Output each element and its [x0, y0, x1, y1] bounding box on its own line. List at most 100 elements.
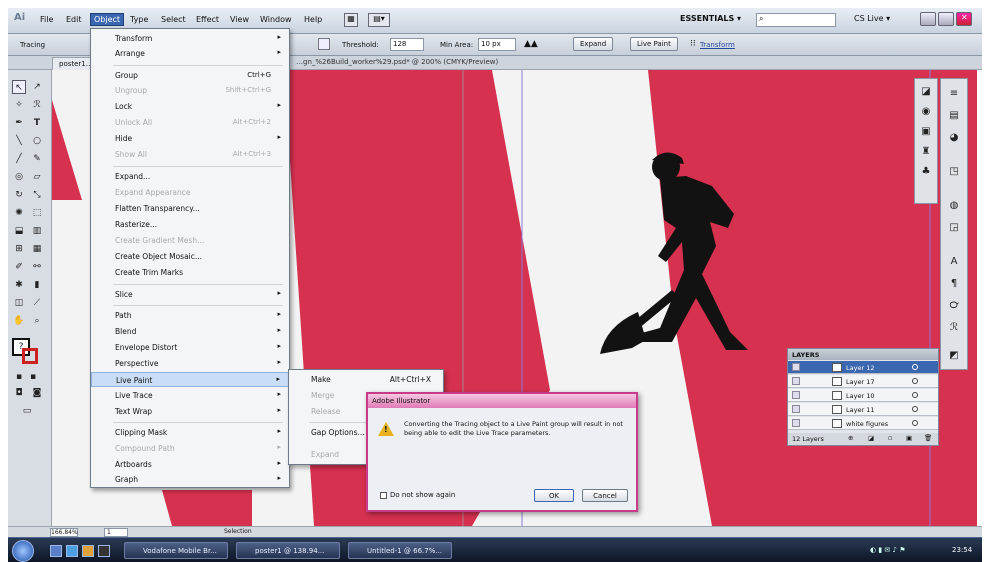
- paintbrush-tool-icon[interactable]: ╱: [12, 152, 26, 166]
- tracing-options-icon[interactable]: [318, 38, 330, 50]
- gradient-tool-icon[interactable]: ▦: [30, 242, 44, 256]
- draw-behind-icon[interactable]: ◙: [30, 386, 44, 400]
- locate-object-icon[interactable]: ⊕: [848, 434, 853, 442]
- menu-item-flatten-transparency[interactable]: Flatten Transparency...: [91, 201, 289, 216]
- blend-tool-icon[interactable]: ⚯: [30, 260, 44, 274]
- maximize-button[interactable]: [938, 12, 954, 26]
- menu-item-expand-appearance[interactable]: Expand Appearance: [91, 185, 289, 200]
- menu-window[interactable]: Window: [260, 15, 292, 24]
- media-player-icon[interactable]: [98, 545, 110, 557]
- menu-item-live-trace[interactable]: Live Trace ▸: [91, 388, 289, 403]
- menu-item-artboards[interactable]: Artboards ▸: [91, 457, 289, 472]
- column-graph-tool-icon[interactable]: ▮: [30, 278, 44, 292]
- menu-item-create-gradient-mesh[interactable]: Create Gradient Mesh...: [91, 233, 289, 248]
- paragraph-panel-icon[interactable]: ¶: [947, 277, 961, 291]
- gradient-panel-icon[interactable]: ▤: [947, 109, 961, 123]
- mesh-tool-icon[interactable]: ⊞: [12, 242, 26, 256]
- menu-item-compound-path[interactable]: Compound Path ▸: [91, 441, 289, 456]
- target-icon[interactable]: [912, 406, 918, 412]
- menu-item-group[interactable]: Group Ctrl+G: [91, 68, 289, 83]
- menu-view[interactable]: View: [230, 15, 249, 24]
- taskbar-item-untitled[interactable]: Untitled-1 @ 66.7%...: [348, 542, 452, 559]
- menu-item-lock[interactable]: Lock ▸: [91, 99, 289, 114]
- layer-row[interactable]: Layer 12: [788, 361, 938, 374]
- menu-item-slice[interactable]: Slice ▸: [91, 287, 289, 302]
- workspace-switcher[interactable]: ESSENTIALS ▾: [680, 14, 741, 23]
- menu-item-arrange[interactable]: Arrange ▸: [91, 46, 289, 61]
- layer-row[interactable]: white figures: [788, 417, 938, 430]
- taskbar-item-poster[interactable]: poster1 @ 138.94...: [236, 542, 340, 559]
- menu-item-live-paint[interactable]: Live Paint ▸: [91, 372, 289, 387]
- cancel-button[interactable]: Cancel: [582, 489, 628, 502]
- do-not-show-checkbox[interactable]: Do not show again: [380, 491, 455, 499]
- menu-item-transform[interactable]: Transform ▸: [91, 31, 289, 46]
- symbol-sprayer-tool-icon[interactable]: ✱: [12, 278, 26, 292]
- graphic-styles-icon[interactable]: ♣: [919, 165, 933, 179]
- ie-icon[interactable]: [66, 545, 78, 557]
- menu-item-hide[interactable]: Hide ▸: [91, 131, 289, 146]
- live-paint-button[interactable]: Live Paint: [630, 37, 678, 51]
- threshold-field[interactable]: 128: [390, 38, 424, 51]
- visibility-icon[interactable]: [792, 363, 800, 371]
- close-button[interactable]: ✕: [956, 12, 972, 26]
- ok-button[interactable]: OK: [534, 489, 574, 502]
- clipping-mask-icon[interactable]: ◪: [868, 434, 874, 442]
- line-tool-icon[interactable]: ╲: [12, 134, 26, 148]
- stroke-panel-icon[interactable]: ≡: [947, 87, 961, 101]
- visibility-icon[interactable]: [792, 377, 800, 385]
- preview-raster-icon[interactable]: ▲▲: [524, 39, 538, 49]
- draw-normal-icon[interactable]: ◘: [12, 386, 26, 400]
- transparency-panel-icon[interactable]: ◕: [947, 131, 961, 145]
- opentype-panel-icon[interactable]: ℺: [947, 299, 961, 313]
- menu-item-create-object-mosaic[interactable]: Create Object Mosaic...: [91, 249, 289, 264]
- minimize-button[interactable]: [920, 12, 936, 26]
- new-sublayer-icon[interactable]: ▫: [888, 434, 892, 442]
- slice-tool-icon[interactable]: ⟋: [30, 296, 44, 310]
- rotate-tool-icon[interactable]: ↻: [12, 188, 26, 202]
- eraser-tool-icon[interactable]: ▱: [30, 170, 44, 184]
- help-search-input[interactable]: ⌕: [756, 13, 836, 27]
- zoom-tool-icon[interactable]: ⌕: [30, 314, 44, 328]
- menu-item-ungroup[interactable]: Ungroup Shift+Ctrl+G: [91, 83, 289, 98]
- start-button[interactable]: [12, 540, 34, 562]
- selection-tool-icon[interactable]: ↖: [12, 80, 26, 94]
- color-mode-icon[interactable]: ▪: [12, 370, 26, 384]
- target-icon[interactable]: [912, 364, 918, 370]
- menu-item-blend[interactable]: Blend ▸: [91, 324, 289, 339]
- expand-button[interactable]: Expand: [573, 37, 614, 51]
- menu-item-expand[interactable]: Expand...: [91, 169, 289, 184]
- taskbar-item-vodafone[interactable]: Vodafone Mobile Br...: [124, 542, 228, 559]
- menu-select[interactable]: Select: [161, 15, 186, 24]
- free-transform-tool-icon[interactable]: ⬚: [30, 206, 44, 220]
- pencil-tool-icon[interactable]: ✎: [30, 152, 44, 166]
- show-desktop-icon[interactable]: [50, 545, 62, 557]
- layers-dock-icon[interactable]: ◍: [947, 199, 961, 213]
- checkbox-box[interactable]: [380, 491, 387, 499]
- layers-panel-icon[interactable]: ◩: [947, 349, 961, 363]
- stroke-swatch-icon[interactable]: [22, 348, 38, 364]
- brushes-icon[interactable]: ▣: [919, 125, 933, 139]
- artboard-tool-icon[interactable]: ◫: [12, 296, 26, 310]
- lasso-tool-icon[interactable]: ℛ: [30, 98, 44, 112]
- perspective-grid-tool-icon[interactable]: ▥: [30, 224, 44, 238]
- visibility-icon[interactable]: [792, 419, 800, 427]
- pen-tool-icon[interactable]: ✒: [12, 116, 26, 130]
- visibility-icon[interactable]: [792, 391, 800, 399]
- delete-layer-icon[interactable]: 🗑: [924, 434, 932, 442]
- direct-selection-tool-icon[interactable]: ↗: [30, 80, 44, 94]
- menu-item-show-all[interactable]: Show All Alt+Ctrl+3: [91, 147, 289, 162]
- arrange-documents-icon[interactable]: ▤▾: [368, 13, 390, 27]
- bridge-icon[interactable]: ▦: [344, 13, 358, 27]
- menu-file[interactable]: File: [40, 15, 53, 24]
- new-layer-icon[interactable]: ▣: [906, 434, 912, 442]
- layer-row[interactable]: Layer 10: [788, 389, 938, 402]
- zoom-level-field[interactable]: 166.84%: [50, 528, 78, 537]
- menu-type[interactable]: Type: [130, 15, 148, 24]
- scale-tool-icon[interactable]: ⤡: [30, 188, 44, 202]
- appearance-panel-icon[interactable]: ◳: [947, 165, 961, 179]
- menu-item-rasterize[interactable]: Rasterize...: [91, 217, 289, 232]
- align-icon[interactable]: ⁝⁝: [690, 39, 696, 49]
- menu-item-envelope-distort[interactable]: Envelope Distort ▸: [91, 340, 289, 355]
- menu-item-graph[interactable]: Graph ▸: [91, 472, 289, 487]
- menu-item-path[interactable]: Path ▸: [91, 308, 289, 323]
